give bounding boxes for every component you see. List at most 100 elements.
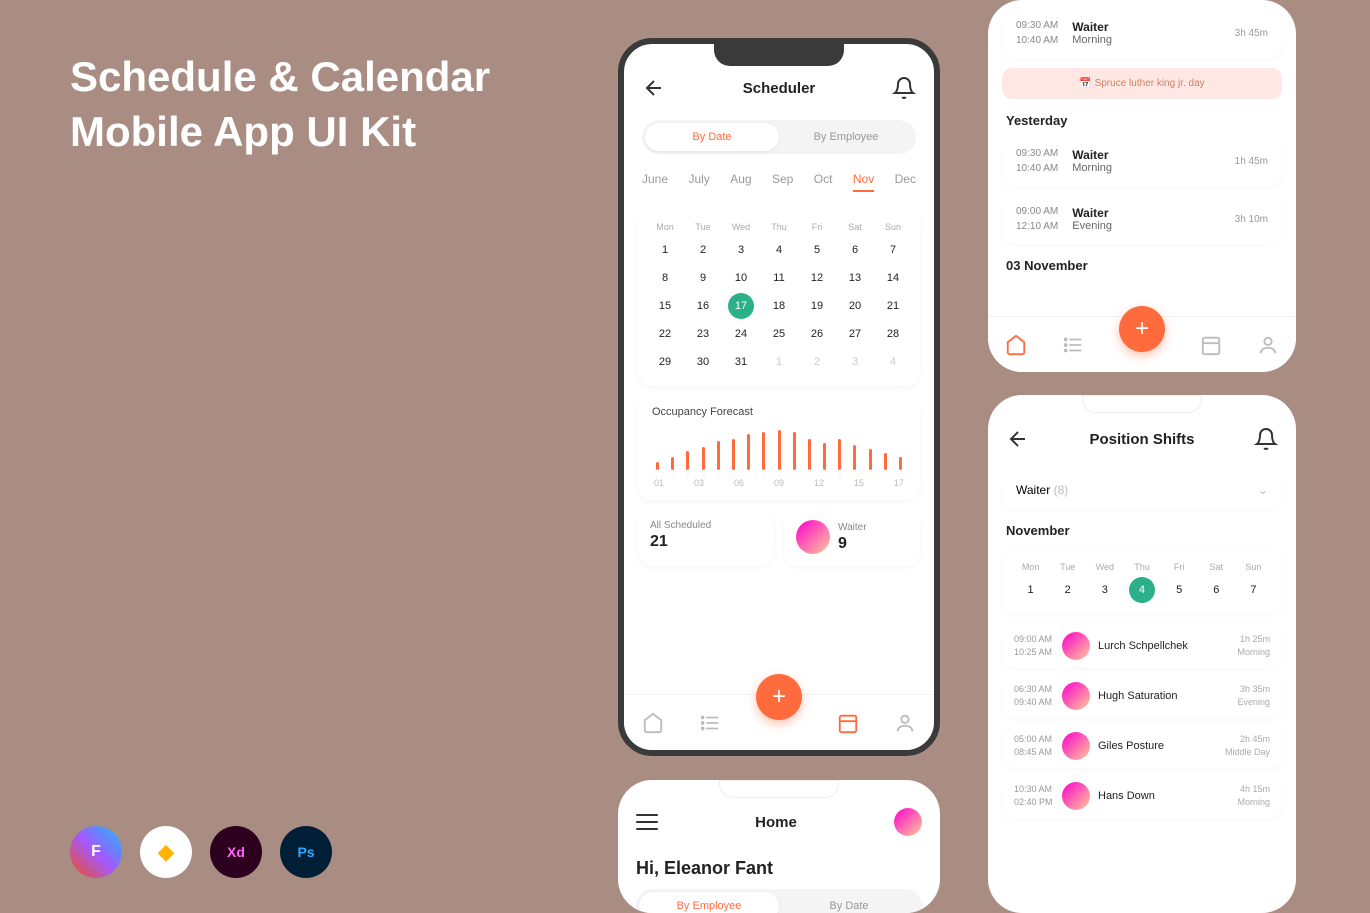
calendar-day[interactable]: 1 bbox=[760, 348, 798, 376]
bell-icon[interactable] bbox=[1254, 427, 1278, 451]
menu-icon[interactable] bbox=[636, 814, 658, 830]
person-shift[interactable]: 09:00 AM10:25 AMLurch Schpellchek1h 25mM… bbox=[1002, 624, 1282, 668]
calendar-day[interactable]: 6 bbox=[836, 236, 874, 264]
calendar-day[interactable]: 11 bbox=[760, 264, 798, 292]
calendar-day[interactable]: 3 bbox=[722, 236, 760, 264]
month-selector: June July Aug Sep Oct Nov Dec bbox=[624, 164, 934, 200]
tool-icons: F ◆ Xd Ps bbox=[70, 826, 332, 878]
back-icon[interactable] bbox=[1006, 427, 1030, 451]
hero-title: Schedule & Calendar Mobile App UI Kit bbox=[70, 50, 490, 159]
calendar-day[interactable]: 4 bbox=[874, 348, 912, 376]
list-icon[interactable] bbox=[1062, 334, 1084, 356]
month-option[interactable]: Oct bbox=[814, 172, 833, 192]
home-icon[interactable] bbox=[642, 712, 664, 734]
scheduler-title: Scheduler bbox=[743, 80, 816, 97]
shifts-phone: 09:30 AM10:40 AM WaiterMorning 3h 45m 📅 … bbox=[988, 0, 1296, 372]
back-icon[interactable] bbox=[642, 76, 666, 100]
calendar-day[interactable]: 14 bbox=[874, 264, 912, 292]
month-option[interactable]: June bbox=[642, 172, 668, 192]
month-option-active[interactable]: Nov bbox=[853, 172, 874, 192]
calendar-day[interactable]: 5 bbox=[1161, 576, 1198, 604]
position-filter[interactable]: Waiter (8) ⌄ bbox=[1002, 471, 1282, 509]
calendar-day[interactable]: 4 bbox=[1129, 577, 1155, 603]
person-shift[interactable]: 10:30 AM02:40 PMHans Down4h 15mMorning bbox=[1002, 774, 1282, 818]
calendar-day[interactable]: 20 bbox=[836, 292, 874, 320]
calendar-day[interactable]: 27 bbox=[836, 320, 874, 348]
calendar-day[interactable]: 26 bbox=[798, 320, 836, 348]
calendar-day[interactable]: 29 bbox=[646, 348, 684, 376]
person-shift[interactable]: 06:30 AM09:40 AMHugh Saturation3h 35mEve… bbox=[1002, 674, 1282, 718]
by-employee-tab[interactable]: By Employee bbox=[639, 892, 779, 913]
calendar-day[interactable]: 4 bbox=[760, 236, 798, 264]
calendar-day[interactable]: 2 bbox=[1049, 576, 1086, 604]
month-option[interactable]: Sep bbox=[772, 172, 793, 192]
calendar-day[interactable]: 24 bbox=[722, 320, 760, 348]
avatar bbox=[1062, 732, 1090, 760]
calendar-day[interactable]: 9 bbox=[684, 264, 722, 292]
calendar-day[interactable]: 18 bbox=[760, 292, 798, 320]
month-option[interactable]: July bbox=[688, 172, 709, 192]
calendar-day[interactable]: 6 bbox=[1198, 576, 1235, 604]
calendar-day[interactable]: 8 bbox=[646, 264, 684, 292]
calendar-day[interactable]: 19 bbox=[798, 292, 836, 320]
shift-item[interactable]: 09:00 AM12:10 AMWaiterEvening3h 10m bbox=[1002, 194, 1282, 244]
calendar-day[interactable]: 7 bbox=[1235, 576, 1272, 604]
calendar-day[interactable]: 16 bbox=[684, 292, 722, 320]
calendar-day[interactable]: 12 bbox=[798, 264, 836, 292]
calendar-day[interactable]: 25 bbox=[760, 320, 798, 348]
all-scheduled-card[interactable]: All Scheduled 21 bbox=[638, 508, 774, 566]
calendar-day[interactable]: 7 bbox=[874, 236, 912, 264]
calendar-icon[interactable] bbox=[1200, 334, 1222, 356]
calendar-day[interactable]: 28 bbox=[874, 320, 912, 348]
calendar-day[interactable]: 3 bbox=[1086, 576, 1123, 604]
calendar-day[interactable]: 1 bbox=[646, 236, 684, 264]
greeting: Hi, Eleanor Fant bbox=[636, 858, 922, 879]
calendar-day[interactable]: 3 bbox=[836, 348, 874, 376]
avatar bbox=[796, 520, 830, 554]
calendar-day[interactable]: 23 bbox=[684, 320, 722, 348]
calendar-day[interactable]: 1 bbox=[1012, 576, 1049, 604]
forecast-card: Occupancy Forecast 01030609121517 bbox=[638, 394, 920, 500]
month-option[interactable]: Dec bbox=[895, 172, 916, 192]
chevron-down-icon: ⌄ bbox=[1258, 483, 1268, 497]
add-button[interactable]: + bbox=[1119, 306, 1165, 352]
calendar-day[interactable]: 17 bbox=[728, 293, 754, 319]
person-shift[interactable]: 05:00 AM08:45 AMGiles Posture2h 45mMiddl… bbox=[1002, 724, 1282, 768]
ps-icon: Ps bbox=[280, 826, 332, 878]
position-phone: Position Shifts Waiter (8) ⌄ November Mo… bbox=[988, 395, 1296, 913]
calendar-icon[interactable] bbox=[837, 712, 859, 734]
figma-icon: F bbox=[70, 826, 122, 878]
scheduler-phone: Scheduler By Date By Employee June July … bbox=[618, 38, 940, 756]
by-employee-tab[interactable]: By Employee bbox=[779, 123, 913, 151]
sketch-icon: ◆ bbox=[140, 826, 192, 878]
calendar-day[interactable]: 22 bbox=[646, 320, 684, 348]
profile-icon[interactable] bbox=[1257, 334, 1279, 356]
by-date-tab[interactable]: By Date bbox=[779, 892, 919, 913]
shift-item[interactable]: 09:30 AM10:40 AMWaiterMorning1h 45m bbox=[1002, 136, 1282, 186]
home-icon[interactable] bbox=[1005, 334, 1027, 356]
by-date-tab[interactable]: By Date bbox=[645, 123, 779, 151]
add-button[interactable]: + bbox=[756, 674, 802, 720]
calendar-day[interactable]: 15 bbox=[646, 292, 684, 320]
calendar-day[interactable]: 21 bbox=[874, 292, 912, 320]
home-title: Home bbox=[755, 814, 797, 831]
avatar[interactable] bbox=[894, 808, 922, 836]
bell-icon[interactable] bbox=[892, 76, 916, 100]
calendar-day[interactable]: 5 bbox=[798, 236, 836, 264]
list-icon[interactable] bbox=[699, 712, 721, 734]
month-option[interactable]: Aug bbox=[730, 172, 751, 192]
waiter-card[interactable]: Waiter 9 bbox=[784, 508, 920, 566]
calendar-day[interactable]: 2 bbox=[684, 236, 722, 264]
view-segment: By Date By Employee bbox=[642, 120, 916, 154]
calendar-day[interactable]: 10 bbox=[722, 264, 760, 292]
calendar-day[interactable]: 30 bbox=[684, 348, 722, 376]
calendar-day[interactable]: 2 bbox=[798, 348, 836, 376]
forecast-chart bbox=[652, 428, 906, 470]
shift-item[interactable]: 09:30 AM10:40 AM WaiterMorning 3h 45m bbox=[1002, 8, 1282, 58]
date-heading: 03 November bbox=[1006, 258, 1278, 273]
month-heading: November bbox=[1006, 523, 1278, 538]
position-title: Position Shifts bbox=[1090, 431, 1195, 448]
calendar-day[interactable]: 31 bbox=[722, 348, 760, 376]
calendar-day[interactable]: 13 bbox=[836, 264, 874, 292]
profile-icon[interactable] bbox=[894, 712, 916, 734]
